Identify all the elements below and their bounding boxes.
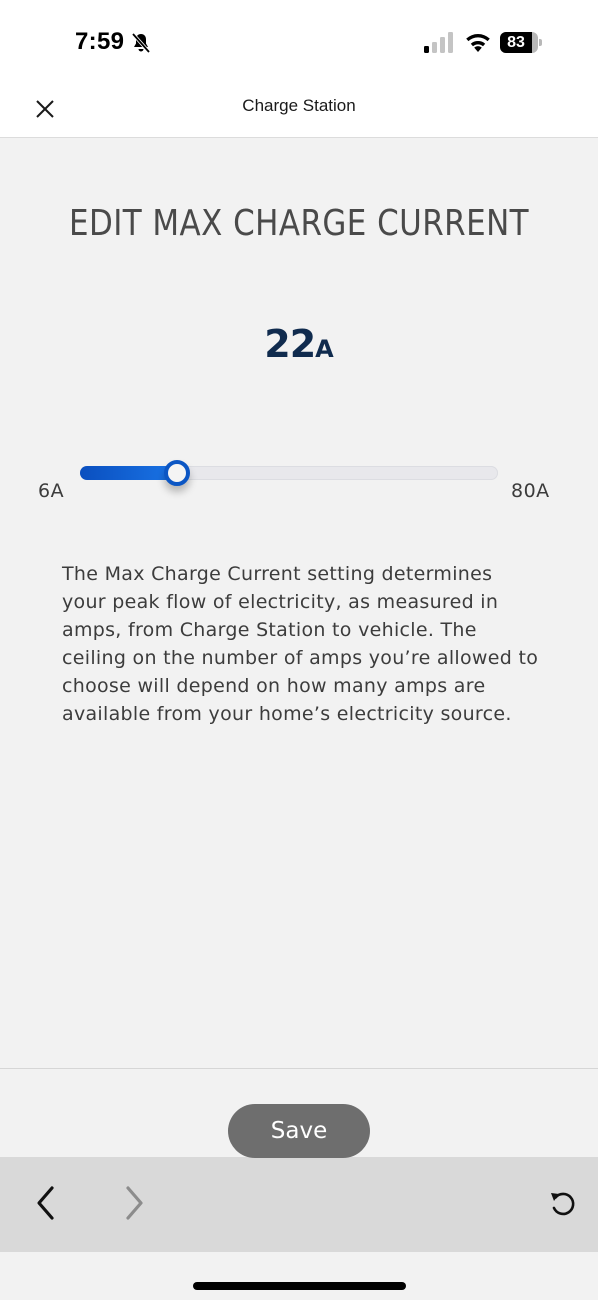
bell-slash-icon — [129, 31, 153, 55]
reload-button[interactable] — [539, 1179, 587, 1227]
wifi-icon — [464, 31, 492, 53]
nav-header: Charge Station — [0, 80, 598, 138]
current-value-unit: A — [315, 335, 334, 363]
slider-min-label: 6A — [38, 480, 65, 502]
page-title: EDIT MAX CHARGE CURRENT — [68, 203, 530, 244]
home-indicator — [193, 1282, 406, 1290]
save-button[interactable]: Save — [228, 1104, 370, 1158]
slider-max-label: 80A — [511, 480, 550, 502]
footer-divider — [0, 1068, 598, 1069]
description-text: The Max Charge Current setting determine… — [62, 563, 539, 725]
current-value-number: 22 — [264, 322, 316, 366]
status-time: 7:59 — [75, 28, 125, 55]
chevron-right-icon — [126, 1186, 143, 1220]
chevron-left-icon — [37, 1186, 54, 1220]
browser-toolbar — [0, 1157, 598, 1252]
forward-button[interactable] — [110, 1179, 158, 1227]
max-current-slider[interactable] — [80, 460, 498, 486]
reload-icon — [551, 1192, 575, 1216]
back-button[interactable] — [22, 1179, 70, 1227]
header-title: Charge Station — [242, 96, 356, 115]
slider-fill — [80, 466, 177, 480]
battery-icon: 83 — [500, 32, 542, 53]
cellular-signal-icon — [424, 32, 456, 54]
slider-thumb[interactable] — [164, 460, 190, 486]
current-value-display: 22A — [0, 322, 598, 366]
battery-percent: 83 — [507, 34, 525, 51]
status-bar: 7:59 83 — [0, 0, 598, 80]
